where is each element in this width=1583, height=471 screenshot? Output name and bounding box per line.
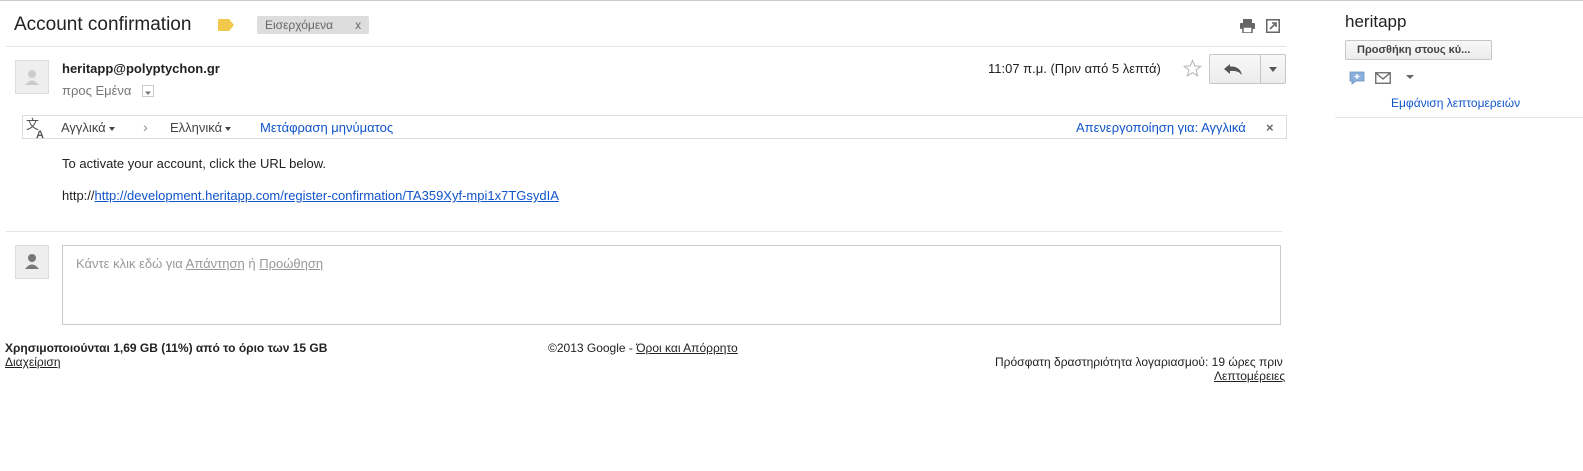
person-avatar-icon bbox=[25, 70, 39, 85]
manage-storage-link[interactable]: Διαχείριση bbox=[5, 355, 61, 369]
copyright: ©2013 Google - Όροι και Απόρρητο bbox=[548, 341, 738, 355]
sender-avatar[interactable] bbox=[15, 60, 49, 94]
copyright-text: ©2013 Google - bbox=[548, 341, 637, 355]
target-language-select[interactable]: Ελληνικά bbox=[170, 120, 232, 135]
label-tag-icon[interactable] bbox=[218, 19, 234, 31]
recipient-details-toggle[interactable] bbox=[142, 85, 154, 97]
chat-icon[interactable] bbox=[1349, 71, 1365, 85]
message-body-url-line: http://http://development.heritapp.com/r… bbox=[62, 188, 559, 203]
translate-message-link[interactable]: Μετάφραση μηνύματος bbox=[260, 120, 393, 135]
forward-link[interactable]: Προώθηση bbox=[259, 256, 323, 271]
reply-link[interactable]: Απάντηση bbox=[186, 256, 245, 271]
message-body-text: To activate your account, click the URL … bbox=[62, 156, 326, 171]
inbox-label-text: Εισερχόμενα bbox=[265, 18, 334, 32]
person-avatar-icon bbox=[25, 254, 39, 269]
source-language-label: Αγγλικά bbox=[61, 120, 106, 135]
email-subject: Account confirmation bbox=[14, 14, 192, 35]
more-actions-button[interactable] bbox=[1260, 54, 1286, 84]
message-timestamp: 11:07 π.μ. (Πριν από 5 λεπτά) bbox=[988, 61, 1161, 76]
storage-usage: Χρησιμοποιούνται 1,69 GB (11%) από το όρ… bbox=[5, 341, 328, 355]
print-icon[interactable] bbox=[1240, 19, 1255, 33]
divider bbox=[6, 231, 1282, 232]
mail-icon[interactable] bbox=[1375, 72, 1391, 84]
activity-details-link[interactable]: Λεπτομέρειες bbox=[1214, 369, 1285, 383]
star-icon[interactable] bbox=[1183, 59, 1202, 78]
translate-icon: 文 A bbox=[26, 118, 44, 139]
target-language-label: Ελληνικά bbox=[170, 120, 223, 135]
reply-arrow-icon bbox=[1224, 64, 1242, 75]
divider bbox=[6, 46, 1286, 47]
chevron-down-icon[interactable] bbox=[1405, 72, 1415, 82]
caret-down-icon bbox=[225, 126, 232, 131]
contact-name: heritapp bbox=[1345, 12, 1407, 31]
inbox-label-chip[interactable]: Εισερχόμενα x bbox=[257, 16, 370, 34]
caret-down-icon bbox=[108, 126, 115, 131]
reply-prompt[interactable]: Κάντε κλικ εδώ για Απάντηση ή Προώθηση bbox=[76, 256, 323, 271]
chevron-down-icon bbox=[145, 91, 151, 95]
source-language-select[interactable]: Αγγλικά bbox=[61, 120, 115, 135]
terms-privacy-link[interactable]: Όροι και Απόρρητο bbox=[636, 341, 737, 355]
remove-label-button[interactable]: x bbox=[355, 18, 361, 32]
new-window-icon[interactable] bbox=[1266, 19, 1280, 33]
confirmation-link[interactable]: http://development.heritapp.com/register… bbox=[95, 188, 559, 203]
reply-or-text: ή bbox=[244, 256, 260, 271]
my-avatar bbox=[15, 245, 49, 279]
language-arrow: › bbox=[143, 119, 148, 135]
show-details-link[interactable]: Εμφάνιση λεπτομερειών bbox=[1391, 96, 1520, 110]
divider bbox=[1335, 117, 1583, 118]
url-prefix: http:// bbox=[62, 188, 95, 203]
last-activity: Πρόσφατη δραστηριότητα λογαριασμού: 19 ώ… bbox=[995, 355, 1283, 369]
chevron-down-icon bbox=[1269, 67, 1277, 72]
reply-button[interactable] bbox=[1209, 54, 1261, 84]
close-icon[interactable]: × bbox=[1266, 120, 1274, 135]
recipient-line: προς Εμένα bbox=[62, 83, 132, 98]
disable-translation-link[interactable]: Απενεργοποίηση για: Αγγλικά bbox=[1076, 120, 1246, 135]
sender-email[interactable]: heritapp@polyptychon.gr bbox=[62, 61, 220, 76]
add-to-circles-button[interactable]: Προσθήκη στους κύ... bbox=[1345, 40, 1492, 60]
svg-text:A: A bbox=[36, 129, 44, 139]
reply-prompt-text: Κάντε κλικ εδώ για bbox=[76, 256, 186, 271]
